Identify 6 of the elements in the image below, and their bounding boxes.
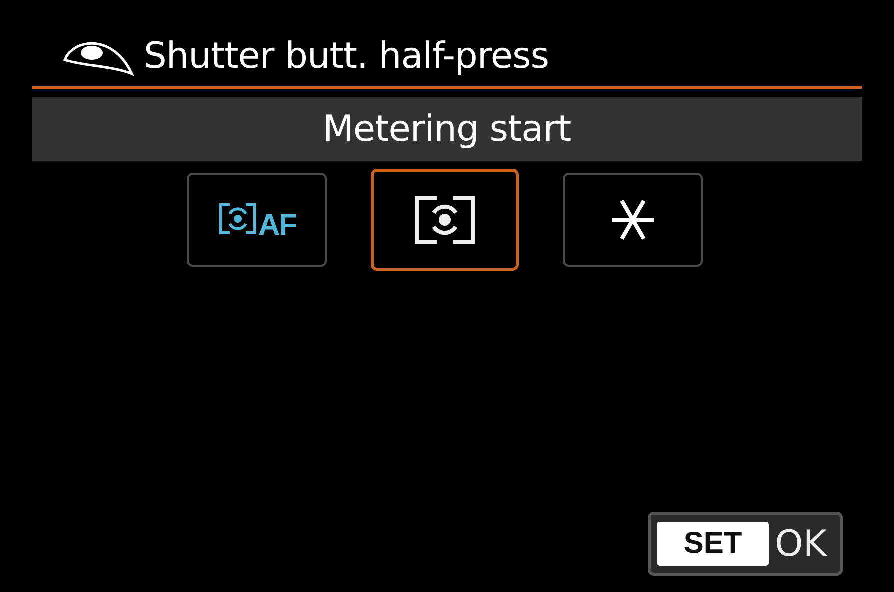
- current-setting: Metering start: [322, 108, 572, 150]
- set-key-label: SET: [657, 522, 769, 566]
- menu-title: Shutter butt. half-press: [144, 36, 549, 76]
- ok-button[interactable]: SET OK: [648, 512, 843, 576]
- option-button[interactable]: AF: [187, 173, 327, 267]
- af-label: AF: [258, 209, 296, 243]
